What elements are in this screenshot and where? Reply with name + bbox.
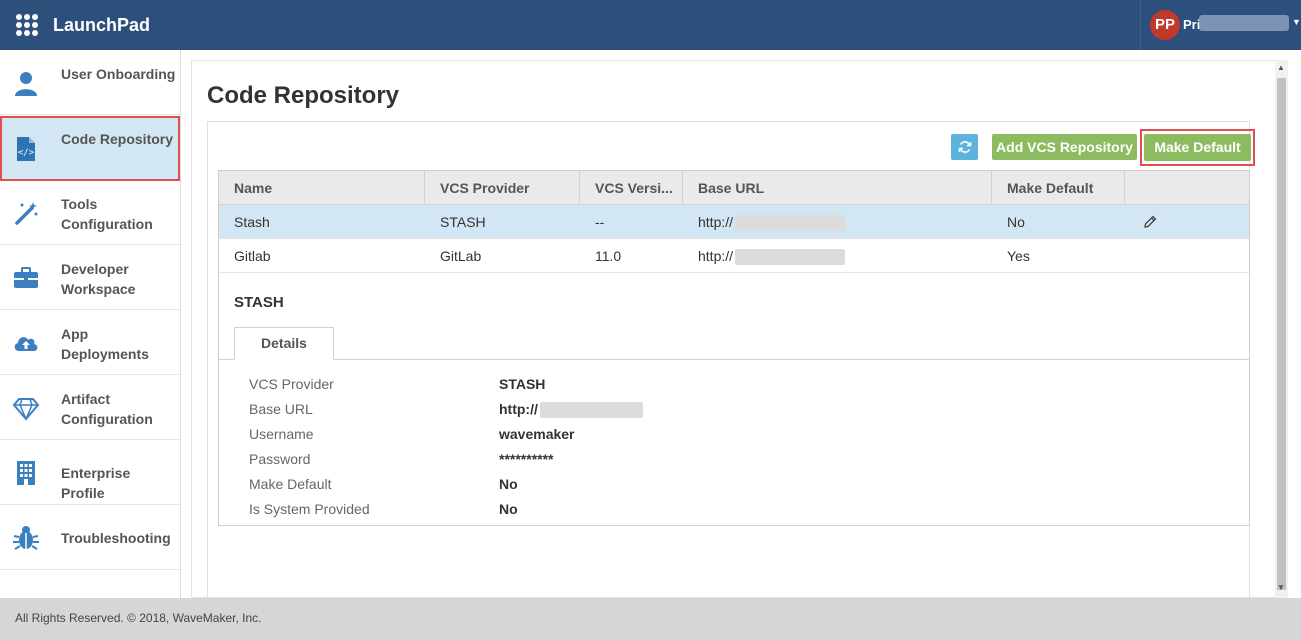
sidebar-item-developer-workspace[interactable]: Developer Workspace xyxy=(0,245,180,310)
app-title: LaunchPad xyxy=(53,15,151,35)
sidebar-item-code-repository[interactable]: </> Code Repository xyxy=(0,116,180,181)
sidebar-item-enterprise-profile[interactable]: Enterprise Profile xyxy=(0,440,180,505)
code-file-icon: </> xyxy=(17,137,35,161)
top-bar: LaunchPad PP Pri ▼ xyxy=(0,0,1301,50)
detail-value: No xyxy=(499,501,518,517)
copyright-text: All Rights Reserved. © 2018, WaveMaker, … xyxy=(15,611,262,625)
magic-wand-icon xyxy=(15,202,38,225)
url-prefix: http:// xyxy=(698,248,734,264)
bug-icon xyxy=(13,526,39,550)
detail-label: Make Default xyxy=(249,476,332,492)
sidebar-item-label: App Deployments xyxy=(61,326,149,362)
tab-divider xyxy=(219,359,1249,360)
cell-make-default: No xyxy=(1007,214,1025,230)
url-redacted xyxy=(735,215,846,232)
refresh-button[interactable] xyxy=(951,134,978,160)
table-row[interactable]: Stash STASH -- http:// No xyxy=(219,205,1249,239)
cell-base-url: http:// xyxy=(683,239,846,273)
briefcase-icon xyxy=(14,267,38,288)
user-icon xyxy=(15,72,37,96)
detail-label: Username xyxy=(249,426,314,442)
sidebar-item-user-onboarding[interactable]: User Onboarding xyxy=(0,50,180,115)
user-name: Pri xyxy=(1183,17,1201,32)
refresh-icon xyxy=(958,141,971,153)
detail-value: ********** xyxy=(499,451,554,467)
add-vcs-repository-button[interactable]: Add VCS Repository xyxy=(992,134,1137,160)
column-header-make-default[interactable]: Make Default xyxy=(992,171,1125,205)
pencil-icon[interactable] xyxy=(1142,214,1158,230)
table-row[interactable]: Gitlab GitLab 11.0 http:// Yes xyxy=(219,239,1249,273)
cell-base-url: http:// xyxy=(683,205,846,239)
scrollbar-thumb[interactable] xyxy=(1277,78,1286,590)
avatar[interactable]: PP xyxy=(1150,10,1180,40)
cell-vcs-provider: STASH xyxy=(440,214,486,230)
url-prefix: http:// xyxy=(499,401,538,417)
url-prefix: http:// xyxy=(698,214,734,230)
sidebar-item-troubleshooting[interactable]: Troubleshooting xyxy=(0,505,180,570)
detail-value: wavemaker xyxy=(499,426,575,442)
cell-make-default: Yes xyxy=(1007,248,1030,264)
user-menu[interactable]: PP Pri ▼ xyxy=(1140,0,1301,50)
detail-label: Password xyxy=(249,451,311,467)
tab-details[interactable]: Details xyxy=(234,327,334,360)
main-content: Code Repository Add VCS Repository Make … xyxy=(191,60,1288,599)
table-header: Name VCS Provider VCS Versi... Base URL … xyxy=(219,171,1249,205)
sidebar-item-tools-configuration[interactable]: Tools Configuration xyxy=(0,180,180,245)
sidebar-item-app-deployments[interactable]: App Deployments xyxy=(0,310,180,375)
diamond-icon xyxy=(12,398,40,421)
page-title: Code Repository xyxy=(207,82,400,109)
cell-name: Stash xyxy=(234,214,270,230)
cell-vcs-version: -- xyxy=(595,214,605,230)
user-name-redacted xyxy=(1199,15,1289,31)
building-icon xyxy=(17,461,35,485)
sidebar-item-label: Developer Workspace xyxy=(61,261,136,297)
url-redacted xyxy=(539,402,643,419)
cloud-upload-icon xyxy=(14,337,38,351)
sidebar: User Onboarding </> Code Repository Tool… xyxy=(0,50,181,598)
sidebar-item-label: Troubleshooting xyxy=(61,530,171,546)
detail-title: STASH xyxy=(234,294,284,311)
cell-vcs-provider: GitLab xyxy=(440,248,482,264)
sidebar-item-label: User Onboarding xyxy=(61,66,176,82)
detail-value-base-url: http:// xyxy=(499,401,643,419)
column-header-vcs-provider[interactable]: VCS Provider xyxy=(425,171,580,205)
detail-label: VCS Provider xyxy=(249,376,334,392)
vertical-scrollbar[interactable]: ▲ ▼ xyxy=(1275,60,1288,598)
svg-text:</>: </> xyxy=(18,148,35,158)
detail-label: Base URL xyxy=(249,401,313,417)
make-default-highlight: Make Default xyxy=(1140,129,1255,166)
sidebar-item-label: Tools Configuration xyxy=(61,196,153,232)
column-header-name[interactable]: Name xyxy=(219,171,425,205)
sidebar-item-label: Enterprise Profile xyxy=(61,465,131,501)
cell-vcs-version: 11.0 xyxy=(595,248,622,264)
sidebar-item-label: Artifact Configuration xyxy=(61,391,153,427)
url-redacted xyxy=(735,249,846,266)
footer: All Rights Reserved. © 2018, WaveMaker, … xyxy=(0,598,1301,640)
column-header-base-url[interactable]: Base URL xyxy=(683,171,992,205)
sidebar-item-artifact-configuration[interactable]: Artifact Configuration xyxy=(0,375,180,440)
app-grid-icon[interactable] xyxy=(16,14,38,36)
column-header-vcs-version[interactable]: VCS Versi... xyxy=(580,171,683,205)
chevron-down-icon[interactable]: ▼ xyxy=(1292,17,1301,27)
repository-panel: Add VCS Repository Make Default Name VCS… xyxy=(207,121,1255,599)
cell-name: Gitlab xyxy=(234,248,271,264)
make-default-button[interactable]: Make Default xyxy=(1144,134,1251,161)
detail-value: STASH xyxy=(499,376,546,392)
scroll-up-icon[interactable]: ▲ xyxy=(1277,63,1285,72)
repository-table: Name VCS Provider VCS Versi... Base URL … xyxy=(218,170,1250,526)
sidebar-item-label: Code Repository xyxy=(61,131,174,147)
detail-value: No xyxy=(499,476,518,492)
scroll-down-icon[interactable]: ▼ xyxy=(1277,583,1285,592)
detail-label: Is System Provided xyxy=(249,501,370,517)
